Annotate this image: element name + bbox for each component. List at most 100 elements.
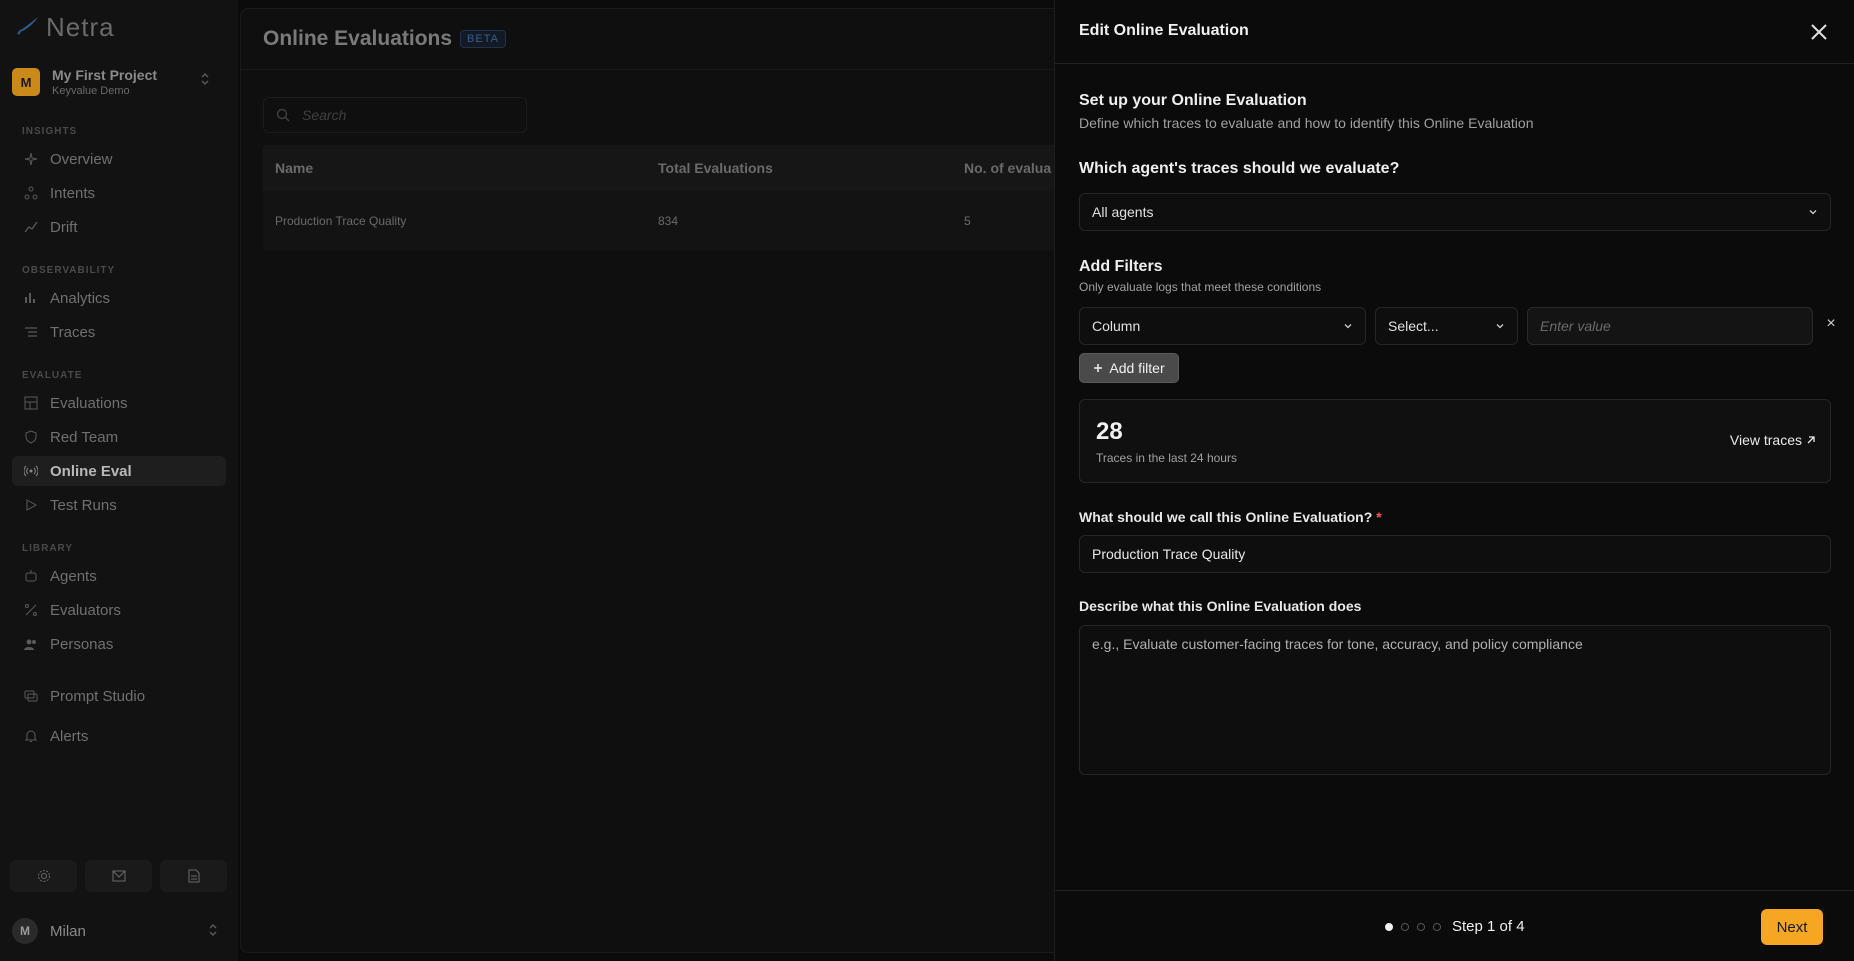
- agent-question: Which agent's traces should we evaluate?: [1079, 160, 1400, 177]
- column-header-total[interactable]: Total Evaluations: [646, 160, 952, 176]
- grid-icon: [24, 396, 38, 410]
- sidebar-item-personas[interactable]: Personas: [12, 629, 226, 659]
- sidebar-item-label: Prompt Studio: [50, 687, 146, 705]
- document-icon: [188, 869, 199, 883]
- docs-button[interactable]: [160, 860, 227, 892]
- percent-icon: [25, 604, 37, 616]
- filter-value-input[interactable]: [1527, 307, 1813, 345]
- sidebar-item-drift[interactable]: Drift: [12, 212, 226, 242]
- drawer-title: Edit Online Evaluation: [1079, 22, 1249, 39]
- sidebar-item-agents[interactable]: Agents: [12, 561, 226, 591]
- name-input[interactable]: [1079, 535, 1831, 573]
- table-header: Name Total Evaluations No. of evalua: [263, 145, 1123, 191]
- users-icon: [24, 639, 36, 650]
- page-header: Online Evaluations BETA: [263, 27, 506, 51]
- user-menu[interactable]: M Milan: [12, 918, 224, 944]
- sidebar-item-traces[interactable]: Traces: [12, 317, 226, 347]
- step-dot: [1385, 923, 1393, 931]
- drawer-header: Edit Online Evaluation: [1055, 0, 1854, 64]
- filter-column-select[interactable]: Column: [1079, 307, 1366, 345]
- settings-button[interactable]: [10, 860, 77, 892]
- sidebar-item-label: Evaluations: [50, 394, 128, 412]
- page-title: Online Evaluations: [263, 27, 453, 50]
- project-switcher[interactable]: M My First Project Keyvalue Demo: [12, 62, 220, 102]
- setup-heading: Set up your Online Evaluation: [1079, 92, 1307, 109]
- plus-icon: [1094, 364, 1103, 372]
- add-filter-button[interactable]: Add filter: [1079, 353, 1179, 383]
- cell-total: 834: [658, 214, 679, 228]
- traces-stats-card: 28 Traces in the last 24 hours View trac…: [1079, 399, 1831, 483]
- project-subtitle: Keyvalue Demo: [52, 85, 130, 97]
- remove-filter-button[interactable]: ×: [1823, 315, 1839, 332]
- search-input[interactable]: Search: [302, 107, 346, 123]
- agent-select[interactable]: All agents: [1079, 193, 1831, 231]
- mail-icon: [112, 870, 125, 882]
- list-icon: [25, 327, 37, 337]
- name-field-label-text: What should we call this Online Evaluati…: [1079, 509, 1373, 525]
- close-button[interactable]: [1807, 20, 1831, 44]
- sidebar-item-evaluations[interactable]: Evaluations: [12, 388, 226, 418]
- traces-count-label: Traces in the last 24 hours: [1096, 451, 1237, 465]
- brand-name: Netra: [46, 11, 115, 42]
- network-icon: [24, 186, 38, 200]
- setup-description: Define which traces to evaluate and how …: [1079, 115, 1534, 131]
- sidebar-item-evaluators[interactable]: Evaluators: [12, 595, 226, 625]
- brand[interactable]: Netra: [16, 12, 115, 42]
- sidebar-item-label: Analytics: [50, 289, 111, 307]
- sidebar-item-label: Online Eval: [50, 462, 132, 480]
- sidebar-item-label: Intents: [50, 184, 96, 202]
- evaluations-table: Name Total Evaluations No. of evalua Pro…: [263, 145, 1123, 251]
- sidebar-item-intents[interactable]: Intents: [12, 178, 226, 208]
- description-textarea[interactable]: [1079, 625, 1831, 775]
- gear-icon: [37, 870, 50, 882]
- sidebar-item-red-team[interactable]: Red Team: [12, 422, 226, 452]
- chevron-up-down-icon: [200, 72, 210, 89]
- user-name: Milan: [50, 922, 86, 940]
- broadcast-icon: [24, 465, 38, 477]
- chevron-down-icon: [1344, 324, 1352, 329]
- traces-count: 28: [1096, 418, 1123, 445]
- filter-operator-value: Select...: [1388, 318, 1439, 334]
- chevron-down-icon: [1496, 324, 1504, 329]
- name-field-label: What should we call this Online Evaluati…: [1079, 509, 1382, 525]
- filter-operator-select[interactable]: Select...: [1375, 307, 1518, 345]
- sidebar-item-online-eval[interactable]: Online Eval: [12, 456, 226, 486]
- search-icon: [276, 108, 290, 122]
- step-dot: [1433, 923, 1441, 931]
- next-button[interactable]: Next: [1761, 909, 1823, 945]
- external-arrow-icon: [1807, 436, 1815, 444]
- sidebar-item-label: Red Team: [50, 428, 119, 446]
- view-traces-link[interactable]: View traces: [1730, 432, 1816, 448]
- sidebar-item-analytics[interactable]: Analytics: [12, 283, 226, 313]
- required-marker: *: [1376, 509, 1382, 525]
- sidebar-item-overview[interactable]: Overview: [12, 144, 226, 174]
- bar-chart-icon: [25, 293, 35, 303]
- play-icon: [26, 499, 38, 511]
- chevron-up-down-icon: [208, 923, 218, 940]
- search-field[interactable]: Search: [263, 97, 527, 133]
- cell-name: Production Trace Quality: [275, 214, 407, 228]
- sidebar-item-label: Test Runs: [50, 496, 117, 514]
- edit-online-evaluation-drawer: Edit Online Evaluation Set up your Onlin…: [1054, 0, 1854, 961]
- column-header-name[interactable]: Name: [263, 160, 646, 176]
- sidebar: Netra M My First Project Keyvalue Demo I…: [0, 0, 238, 961]
- sidebar-item-alerts[interactable]: Alerts: [12, 721, 226, 751]
- project-avatar: M: [12, 68, 40, 96]
- sidebar-item-label: Overview: [50, 150, 113, 168]
- mail-button[interactable]: [85, 860, 152, 892]
- add-filter-label: Add filter: [1109, 360, 1165, 376]
- sidebar-item-test-runs[interactable]: Test Runs: [12, 490, 226, 520]
- description-field-label: Describe what this Online Evaluation doe…: [1079, 598, 1362, 614]
- sidebar-item-label: Evaluators: [50, 601, 121, 619]
- bell-icon: [24, 730, 38, 742]
- trend-icon: [24, 221, 38, 233]
- table-row[interactable]: Production Trace Quality 834 5: [263, 191, 1123, 251]
- chat-icon: [24, 690, 38, 702]
- sidebar-item-prompt-studio[interactable]: Prompt Studio: [12, 681, 226, 711]
- netra-logo-icon: [16, 15, 40, 40]
- avatar: M: [12, 918, 38, 944]
- section-evaluate: EVALUATE: [22, 370, 83, 381]
- step-dot: [1417, 923, 1425, 931]
- sparkle-icon: [24, 152, 38, 166]
- bot-icon: [25, 570, 37, 582]
